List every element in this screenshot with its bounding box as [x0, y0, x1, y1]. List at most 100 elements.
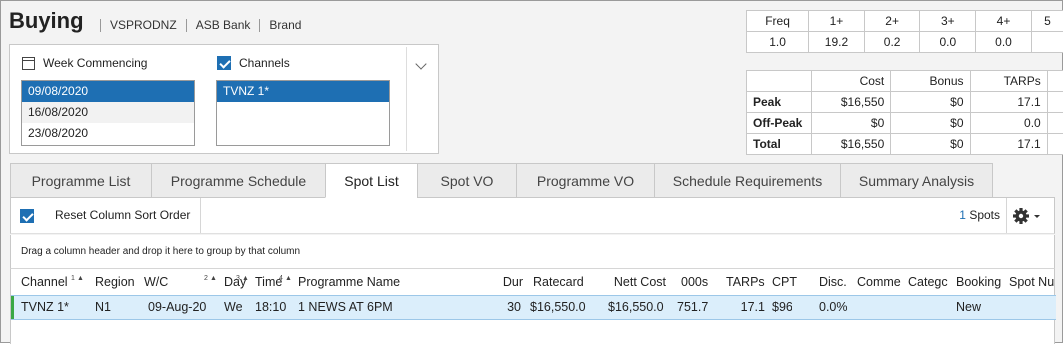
channels-label: Channels	[239, 56, 290, 70]
channels-checkbox[interactable]	[217, 56, 231, 70]
cell-disc: 0.0%	[819, 300, 848, 314]
channel-item[interactable]: TVNZ 1*	[217, 81, 389, 102]
col-header-disc[interactable]: Disc.	[819, 269, 855, 295]
group-by-drop-zone[interactable]: Drag a column header and drop it here to…	[10, 235, 1055, 268]
summary-bonus: $0	[890, 112, 971, 134]
week-header: Week Commencing	[22, 56, 147, 70]
cell-region: N1	[95, 300, 111, 314]
tab-spot-vo[interactable]: Spot VO	[417, 163, 516, 198]
cell-category	[908, 296, 951, 319]
tab-spot-list[interactable]: Spot List	[325, 163, 417, 198]
tab-programme-schedule[interactable]: Programme Schedule	[151, 163, 325, 198]
app-window: Buying VSPRODNZ ASB Bank Brand Week Comm…	[0, 0, 1063, 344]
summary-tarps: 0.0	[969, 112, 1048, 134]
summary-bonus: $0	[890, 133, 971, 155]
sort-indicator: 4	[279, 275, 283, 282]
freq-col-header: 1+	[808, 10, 865, 32]
summary-cost: $16,550	[811, 91, 892, 113]
summary-row-label: Total	[745, 133, 813, 155]
summary-row-label: Peak	[745, 91, 813, 113]
summary-bonus: $0	[890, 91, 971, 113]
col-header-wc[interactable]: W/C 2 ▲	[144, 269, 219, 295]
freq-header: Freq	[745, 10, 810, 32]
cell-programme: 1 NEWS AT 6PM	[298, 300, 393, 314]
col-header-category[interactable]: Categc	[908, 269, 951, 295]
calendar-icon	[22, 56, 35, 70]
freq-col-header: 5	[1030, 10, 1063, 32]
tab-programme-vo[interactable]: Programme VO	[516, 163, 654, 198]
freq-col-header: 4+	[975, 10, 1032, 32]
frequency-table: Freq 1+ 2+ 3+ 4+ 5 1.0 19.2 0.2 0.0 0.0	[745, 10, 1063, 53]
summary-row-label: Off-Peak	[745, 112, 813, 134]
col-header-comment[interactable]: Comme	[857, 269, 907, 295]
col-header-channel[interactable]: Channel 1 ▲	[21, 269, 83, 295]
week-list[interactable]: 09/08/2020 16/08/2020 23/08/2020	[21, 80, 195, 146]
crumb-client[interactable]: ASB Bank	[196, 18, 251, 32]
col-header-thousands[interactable]: 000s	[681, 269, 716, 295]
col-header-programme[interactable]: Programme Name	[298, 269, 488, 295]
week-label: Week Commencing	[43, 56, 148, 70]
sort-indicator: 3	[236, 275, 240, 282]
breadcrumb: VSPRODNZ ASB Bank Brand	[91, 18, 301, 32]
crumb-agency[interactable]: VSPRODNZ	[110, 18, 177, 32]
col-header-ratecard[interactable]: Ratecard	[533, 269, 595, 295]
week-item[interactable]: 23/08/2020	[22, 123, 194, 144]
sort-asc-icon: ▲	[77, 275, 83, 282]
table-row[interactable]: TVNZ 1* N1 09-Aug-20 Wed 18:10 1 NEWS AT…	[11, 295, 1056, 320]
sort-asc-icon: ▲	[285, 275, 292, 282]
chevron-down-icon[interactable]	[415, 58, 427, 70]
cell-dur: 30	[507, 300, 521, 314]
freq-value: 0.2	[863, 31, 921, 53]
reset-sort-button[interactable]: Reset Column Sort Order	[45, 198, 202, 233]
week-item[interactable]: 16/08/2020	[22, 102, 194, 123]
row-status-marker	[11, 296, 14, 319]
summary-table: Cost Bonus TARPs Peak $16,550 $0 17.1 Of…	[745, 70, 1063, 155]
cell-day: Wed	[224, 300, 243, 314]
summary-col-header: Bonus	[890, 70, 971, 92]
week-item[interactable]: 09/08/2020	[22, 81, 194, 102]
col-header-tarps[interactable]: TARPs	[726, 269, 766, 295]
freq-col-header: 3+	[919, 10, 977, 32]
summary-col-header: Cost	[811, 70, 892, 92]
cell-thousands: 751.7	[677, 300, 709, 314]
cell-ratecard: $16,550.0	[530, 300, 586, 314]
summary-corner	[745, 70, 813, 92]
col-header-booking[interactable]: Booking	[956, 269, 1003, 295]
freq-value: 0.0	[919, 31, 977, 53]
col-header-cpt[interactable]: CPT	[772, 269, 802, 295]
col-header-region[interactable]: Region	[95, 269, 143, 295]
crumb-product[interactable]: Brand	[269, 18, 301, 32]
cell-time: 18:10	[255, 300, 287, 314]
col-header-time[interactable]: Time 4 ▲	[255, 269, 295, 295]
freq-value: 19.2	[808, 31, 865, 53]
col-header-nett-cost[interactable]: Nett Cost	[601, 269, 666, 295]
col-header-day[interactable]: Day 3 ▲	[224, 269, 256, 295]
freq-col-header: 2+	[863, 10, 921, 32]
tab-summary-analysis[interactable]: Summary Analysis	[840, 163, 993, 198]
grid-toolbar: Reset Column Sort Order 1 Spots	[10, 198, 1055, 234]
tab-schedule-requirements[interactable]: Schedule Requirements	[654, 163, 840, 198]
summary-cost: $16,550	[811, 133, 892, 155]
col-header-dur[interactable]: Dur	[491, 269, 523, 295]
sort-asc-icon: ▲	[242, 275, 249, 282]
spot-grid: Channel 1 ▲ Region W/C 2 ▲ Day 3 ▲ Time 4 ▲ Prog…	[10, 268, 1056, 344]
spot-count-label: Spots	[969, 208, 1000, 222]
summary-tarps: 17.1	[969, 91, 1048, 113]
sort-indicator: 2	[204, 275, 208, 282]
cell-comment	[857, 296, 907, 319]
gear-icon	[1013, 208, 1040, 224]
channels-list[interactable]: TVNZ 1*	[216, 80, 390, 146]
cell-tarps: 17.1	[740, 300, 765, 314]
summary-tarps: 17.1	[969, 133, 1048, 155]
filter-panel: Week Commencing 09/08/2020 16/08/2020 23…	[9, 44, 439, 154]
settings-menu-button[interactable]	[1012, 206, 1046, 226]
spot-count: 1 Spots	[959, 198, 1000, 233]
cell-wc: 09-Aug-20	[148, 300, 207, 314]
select-all-checkbox[interactable]	[20, 208, 34, 223]
cell-channel: TVNZ 1*	[21, 300, 69, 314]
col-header-spot-number[interactable]: Spot Nu	[1009, 269, 1055, 295]
tab-programme-list[interactable]: Programme List	[10, 163, 151, 198]
cell-spot-number	[1009, 296, 1055, 319]
spot-count-number: 1	[959, 208, 966, 222]
freq-value	[1030, 31, 1063, 53]
